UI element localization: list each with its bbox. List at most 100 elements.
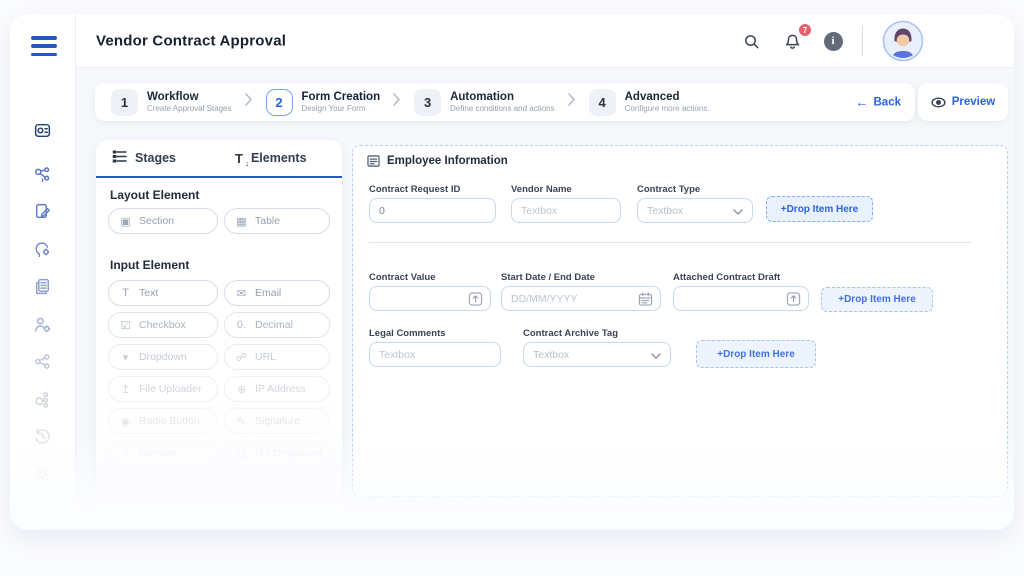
vendor-name-field[interactable]: [511, 198, 621, 223]
palette-pill-text[interactable]: T Text: [108, 280, 218, 306]
element-palette-panel: Stages T ↓ Elements Layout Element ▣ Sect…: [96, 140, 342, 530]
field-label: Start Date / End Date: [501, 272, 595, 283]
section-title: Employee Information: [387, 155, 508, 167]
user-config-icon[interactable]: [31, 237, 55, 261]
step-subtitle: Design Your Form: [301, 103, 366, 113]
step-title: Advanced: [624, 90, 680, 103]
calendar-icon: [638, 291, 653, 306]
back-button[interactable]: ← Back: [856, 95, 902, 110]
document-edit-icon[interactable]: [31, 199, 55, 223]
tab-label: Elements: [250, 151, 307, 165]
form-section-employee-information[interactable]: Employee Information Contract Request ID…: [352, 145, 1008, 497]
textarea-icon: ▭: [236, 479, 247, 492]
section-list-icon: [362, 498, 375, 510]
modules-icon[interactable]: [31, 387, 55, 411]
palette-pill-dropdown[interactable]: ▾ Dropdown: [108, 344, 218, 370]
section-header: Employee Information: [367, 155, 508, 167]
legal-comments-input[interactable]: [370, 343, 500, 366]
palette-pill-ms-dropdown[interactable]: ▤ MS Dropdown: [224, 440, 330, 466]
back-label: Back: [873, 96, 902, 108]
palette-pill-file-uploader[interactable]: ↥ File Uploader: [108, 376, 218, 402]
contract-type-select[interactable]: Textbox: [637, 198, 753, 223]
palette-pill-textarea[interactable]: ▭ TextArea: [224, 472, 330, 498]
preview-label: Preview: [951, 96, 996, 108]
dropdown-icon: ▾: [122, 351, 129, 364]
contract-value-field[interactable]: [369, 286, 491, 311]
step-advanced[interactable]: 4 Advanced Configure more actions.: [588, 88, 710, 116]
field-label: Contract Type: [637, 184, 701, 195]
field-label: Contract Archive Tag: [523, 328, 619, 339]
app-window: Vendor Contract Approval 7 i 1 Workflow …: [10, 14, 1014, 530]
palette-pill-signature[interactable]: ✎ Signature: [224, 408, 330, 434]
eye-icon: [931, 96, 946, 108]
start-end-date-field[interactable]: [501, 286, 661, 311]
step-automation[interactable]: 3 Automation Define conditions and actio…: [414, 88, 555, 116]
chevron-right-icon: [393, 93, 401, 111]
field-label: Contract Request ID: [369, 184, 461, 195]
tab-elements[interactable]: T ↓ Elements: [219, 140, 342, 176]
avatar[interactable]: [882, 20, 924, 62]
notification-count-badge: 7: [798, 23, 812, 37]
history-icon[interactable]: [31, 424, 55, 448]
palette-pill-table[interactable]: ▦ Table: [224, 208, 330, 234]
user-settings-icon[interactable]: [31, 312, 55, 336]
workflow-stepper: 1 Workflow Create Approval Stages 2 Form…: [95, 83, 915, 121]
contract-archive-tag-select[interactable]: Textbox: [523, 342, 671, 367]
step-number: 3: [414, 88, 442, 116]
contract-request-id-field[interactable]: [369, 198, 496, 223]
drop-zone-3[interactable]: +Drop Item Here: [696, 340, 816, 368]
vendor-name-input[interactable]: [512, 199, 620, 222]
approval-flow-icon[interactable]: [31, 162, 55, 186]
contract-request-id-input[interactable]: [370, 199, 495, 222]
info-icon[interactable]: i: [820, 28, 846, 54]
attached-contract-draft-field[interactable]: [673, 286, 809, 311]
step-number: 4: [588, 88, 616, 116]
palette-pill-url[interactable]: ☍ URL: [224, 344, 330, 370]
drop-zone-1[interactable]: +Drop Item Here: [766, 196, 873, 222]
search-icon[interactable]: [738, 28, 764, 54]
row-divider: [369, 242, 971, 243]
table-icon: ▦: [236, 215, 247, 228]
page-title: Vendor Contract Approval: [96, 32, 287, 49]
header-divider: [862, 26, 863, 56]
palette-pill-checkbox[interactable]: ☑ Checkbox: [108, 312, 218, 338]
palette-pill-number[interactable]: # Number: [108, 440, 218, 466]
tab-label: Stages: [135, 151, 176, 165]
checkbox-list-icon: ≣: [120, 479, 131, 492]
text-icon: T: [122, 287, 129, 299]
checkbox-icon: ☑: [120, 319, 131, 332]
documents-icon[interactable]: [31, 274, 55, 298]
step-number: 2: [265, 88, 293, 116]
preview-button[interactable]: Preview: [918, 83, 1008, 121]
palette-pill-section[interactable]: ▣ Section: [108, 208, 218, 234]
file-upload-icon: [786, 291, 801, 306]
back-arrow-icon: ←: [855, 94, 869, 110]
palette-pill-checkbox-list[interactable]: ≣ Checkbox List: [108, 472, 218, 498]
number-icon: #: [122, 447, 129, 459]
step-form-creation[interactable]: 2 Form Creation Design Your Form: [265, 88, 381, 116]
notifications-bell-icon[interactable]: 7: [779, 23, 812, 54]
palette-pill-ip-address[interactable]: ⊕ IP Address: [224, 376, 330, 402]
date-input[interactable]: [502, 287, 660, 310]
step-workflow[interactable]: 1 Workflow Create Approval Stages: [111, 88, 232, 116]
palette-pill-radio-button[interactable]: ◉ Radio Button: [108, 408, 218, 434]
field-label: Contract Value: [369, 272, 436, 283]
section-list-icon: [367, 155, 380, 167]
settings-gear-icon[interactable]: [31, 462, 55, 486]
file-upload-icon: ↥: [120, 383, 131, 396]
ghost-section-header: Another Fields: [362, 498, 463, 510]
schedule-board-icon[interactable]: [31, 118, 55, 142]
stages-list-icon: [112, 150, 127, 166]
legal-comments-field[interactable]: [369, 342, 501, 367]
drop-zone-2[interactable]: +Drop Item Here: [821, 287, 933, 312]
palette-pill-email[interactable]: ✉ Email: [224, 280, 330, 306]
palette-pill-decimal[interactable]: 0. Decimal: [224, 312, 330, 338]
palette-pill-ghost: [224, 504, 330, 530]
share-nodes-icon[interactable]: [31, 349, 55, 373]
tab-stages[interactable]: Stages: [96, 140, 219, 176]
step-title: Form Creation: [301, 90, 381, 103]
hamburger-menu-icon[interactable]: [31, 36, 57, 56]
field-label: Legal Comments: [369, 328, 446, 339]
analytics-icon[interactable]: [31, 499, 55, 523]
chevron-right-icon: [244, 93, 253, 111]
